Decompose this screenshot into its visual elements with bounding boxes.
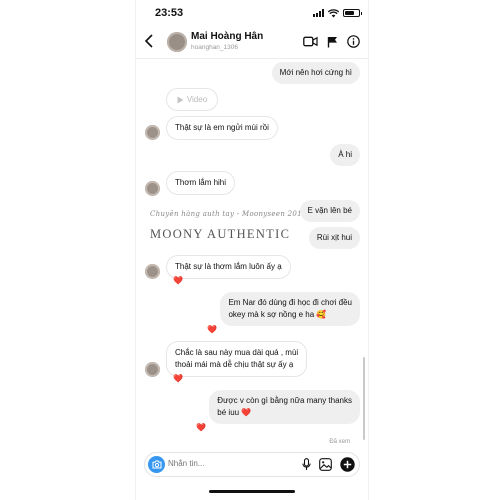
contact-username[interactable]: hoanghan_1306: [191, 44, 238, 51]
video-call-icon[interactable]: [303, 36, 318, 47]
signal-icon: [313, 9, 324, 17]
incoming-message[interactable]: Thật sự là thơm lắm luôn ấy ạ: [166, 255, 291, 279]
chat-header: Mai Hoàng Hân hoanghan_1306: [136, 26, 368, 59]
message-line: thoải mái mà dễ chịu thật sự ấy ạ: [175, 360, 294, 369]
wifi-icon: [328, 8, 339, 17]
message-text: Rùi xịt hui: [316, 233, 352, 242]
chevron-left-icon: [144, 34, 153, 48]
status-bar: 23:53: [136, 0, 368, 26]
message-input[interactable]: [168, 459, 278, 468]
outgoing-message[interactable]: À hi: [330, 144, 360, 166]
heart-reaction[interactable]: ❤️: [196, 424, 206, 432]
back-button[interactable]: [144, 34, 154, 52]
message-text: Thật sự là em ngửi mùi rồi: [175, 123, 269, 132]
watermark-title: MOONY AUTHENTIC: [150, 227, 291, 241]
message-line: Được v còn gì bằng nữa many thanks: [217, 396, 352, 405]
message-text: À hi: [338, 150, 352, 159]
incoming-message[interactable]: Thật sự là em ngửi mùi rồi: [166, 116, 278, 140]
message-line: Chắc là sau này mua dài quá , mùi: [175, 348, 299, 357]
home-indicator[interactable]: [209, 490, 295, 493]
scrollbar[interactable]: [363, 357, 365, 440]
battery-icon: [343, 9, 362, 17]
incoming-message[interactable]: Thơm lắm hihi: [166, 171, 236, 195]
message-line: okey mà k sợ nồng e ha 🥰: [228, 310, 327, 319]
watermark-script: Chuyên hàng auth tay - Moonyseen 2017: [150, 210, 307, 218]
video-message[interactable]: Video: [166, 88, 218, 111]
video-label: Video: [186, 95, 208, 104]
sender-avatar[interactable]: [145, 181, 160, 196]
incoming-message[interactable]: Chắc là sau này mua dài quá , mùi thoải …: [166, 341, 308, 377]
heart-reaction[interactable]: ❤️: [207, 326, 217, 334]
sender-avatar[interactable]: [145, 125, 160, 140]
message-text: E vặn lên bé: [307, 206, 352, 215]
sender-avatar[interactable]: [145, 362, 160, 377]
message-text: Mới nên hơi cứng hì: [279, 68, 352, 77]
status-time: 23:53: [155, 7, 184, 19]
seen-label: Đã xem: [329, 439, 350, 445]
phone-screen: 23:53 Mai Hoàng Hân hoanghan_1306 Mới nê…: [136, 0, 368, 500]
play-icon: [177, 96, 184, 103]
contact-name[interactable]: Mai Hoàng Hân: [191, 31, 263, 42]
heart-reaction[interactable]: ❤️: [173, 375, 183, 383]
message-text: Thơm lắm hihi: [175, 178, 227, 187]
composer-actions: [302, 457, 355, 472]
flag-icon[interactable]: [327, 36, 338, 48]
gallery-icon[interactable]: [319, 458, 332, 471]
outgoing-message[interactable]: Được v còn gì bằng nữa many thanks bé iu…: [209, 390, 360, 424]
camera-icon: [152, 460, 161, 469]
message-line: Em Nar đó dùng đi học đi chơi đều: [228, 298, 352, 307]
outgoing-message[interactable]: Mới nên hơi cứng hì: [271, 62, 360, 84]
message-composer: [144, 452, 360, 477]
heart-reaction[interactable]: ❤️: [173, 277, 183, 285]
outgoing-message[interactable]: Rùi xịt hui: [308, 227, 360, 249]
status-icons: [313, 8, 362, 18]
outgoing-message[interactable]: E vặn lên bé: [299, 200, 360, 222]
sender-avatar[interactable]: [145, 264, 160, 279]
camera-button[interactable]: [148, 456, 165, 473]
contact-avatar[interactable]: [167, 32, 187, 52]
outgoing-message[interactable]: Em Nar đó dùng đi học đi chơi đều okey m…: [220, 292, 360, 326]
message-text: Thật sự là thơm lắm luôn ấy ạ: [175, 262, 282, 271]
message-line: bé iuu ❤️: [217, 408, 252, 417]
info-icon[interactable]: [347, 35, 360, 48]
microphone-icon[interactable]: [302, 458, 311, 471]
header-actions: [303, 35, 360, 48]
add-icon[interactable]: [340, 457, 355, 472]
